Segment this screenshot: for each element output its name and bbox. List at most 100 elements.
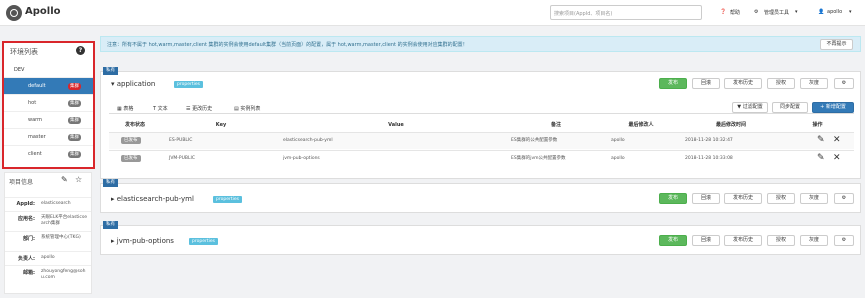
info-value: apollo xyxy=(41,255,55,260)
namespace-panel-elasticsearch-pub-yml: 私有 ▸ elasticsearch-pub-yml properties 发布… xyxy=(100,179,861,213)
status-badge: 已发布 xyxy=(121,155,141,162)
namespace-name[interactable]: ▾ application xyxy=(111,80,155,88)
more-settings-button[interactable]: ⚙ xyxy=(834,235,854,246)
publish-button[interactable]: 发布 xyxy=(659,193,687,204)
info-key: 部门: xyxy=(23,236,35,242)
cluster-badge: 集群 xyxy=(68,151,81,158)
format-badge: properties xyxy=(213,196,242,203)
project-info-panel: 项目信息 ✎ ☆ AppId: elasticsearch 应用名: 天眼ELK… xyxy=(4,172,92,294)
rollback-button[interactable]: 回滚 xyxy=(692,235,720,246)
admin-tools-menu[interactable]: 管理员工具 xyxy=(764,9,789,16)
cluster-name: client xyxy=(28,151,42,157)
cell-key: ES-PUBLIC xyxy=(169,138,193,143)
info-row-email: 邮箱: zhouyongfeng@sohu.com xyxy=(5,265,91,285)
help-circle-icon[interactable]: ? xyxy=(76,46,85,55)
chevron-down-icon: ▾ xyxy=(795,9,798,15)
notice-alert: 注意：所有不属于 hot,warm,master,client 集群的实例会使用… xyxy=(100,36,861,52)
info-key: 应用名: xyxy=(18,216,35,222)
info-key: 负责人: xyxy=(18,256,35,262)
col-modified-time[interactable]: 最后修改时间 xyxy=(681,120,781,131)
user-chevron-down-icon: ▾ xyxy=(849,9,852,15)
help-icon[interactable]: ❓ xyxy=(720,9,726,15)
gray-release-button[interactable]: 灰度 xyxy=(800,78,828,89)
cell-value: elasticsearch-pub-yml xyxy=(283,138,333,143)
add-config-button[interactable]: + 新增配置 xyxy=(812,102,854,113)
tab-text[interactable]: T 文本 xyxy=(153,105,168,112)
publish-history-button[interactable]: 发布历史 xyxy=(724,78,762,89)
grant-button[interactable]: 授权 xyxy=(767,193,795,204)
user-menu[interactable]: apollo xyxy=(827,9,842,15)
delete-icon[interactable]: ✕ xyxy=(833,154,841,163)
table-row: 已发布 ES-PUBLIC elasticsearch-pub-yml ES集群… xyxy=(109,132,854,149)
col-key[interactable]: Key xyxy=(161,120,281,131)
gear-icon[interactable]: ⚙ xyxy=(754,9,758,15)
dismiss-notice-button[interactable]: 不再提示 xyxy=(820,39,853,50)
logo-text[interactable]: Apollo xyxy=(25,6,61,17)
namespace-panel-jvm-pub-options: 私有 ▸ jvm-pub-options properties 发布 回滚 发布… xyxy=(100,221,861,255)
more-settings-button[interactable]: ⚙ xyxy=(834,78,854,89)
cluster-item-master[interactable]: master 集群 xyxy=(4,128,93,145)
cell-key: JVM-PUBLIC xyxy=(169,156,195,161)
format-badge: properties xyxy=(189,238,218,245)
cell-comment: ES集群的jvm公共配置参数 xyxy=(511,156,566,161)
apollo-logo-icon[interactable] xyxy=(6,5,22,21)
publish-button[interactable]: 发布 xyxy=(659,235,687,246)
format-badge: properties xyxy=(174,81,203,88)
col-actions: 操作 xyxy=(812,122,823,128)
tab-instance-list[interactable]: ▤ 实例列表 xyxy=(234,105,260,112)
delete-icon[interactable]: ✕ xyxy=(833,136,841,145)
col-modifier: 最后修改人 xyxy=(628,122,654,128)
sync-config-button[interactable]: 同步配置 xyxy=(772,102,808,113)
more-settings-button[interactable]: ⚙ xyxy=(834,193,854,204)
private-tag: 私有 xyxy=(103,67,118,75)
col-value: Value xyxy=(388,122,404,128)
user-icon[interactable]: 👤 xyxy=(818,9,824,15)
namespace-name[interactable]: ▸ elasticsearch-pub-yml xyxy=(111,195,194,203)
grant-button[interactable]: 授权 xyxy=(767,235,795,246)
status-badge: 已发布 xyxy=(121,137,141,144)
env-name[interactable]: DEV xyxy=(14,67,24,73)
top-navbar: Apollo 搜索项目(AppId、项目名) ❓ 帮助 ⚙ 管理员工具 ▾ 👤 … xyxy=(0,0,865,26)
info-row-appname: 应用名: 天眼ELK平台elasticsearch集群 xyxy=(5,211,91,231)
publish-history-button[interactable]: 发布历史 xyxy=(724,193,762,204)
publish-history-button[interactable]: 发布历史 xyxy=(724,235,762,246)
namespace-name[interactable]: ▸ jvm-pub-options xyxy=(111,237,174,245)
info-row-appid: AppId: elasticsearch xyxy=(5,197,91,211)
gray-release-button[interactable]: 灰度 xyxy=(800,193,828,204)
info-key: 邮箱: xyxy=(23,270,35,276)
star-icon[interactable]: ☆ xyxy=(75,176,83,184)
cell-time: 2018-11-28 10:33:08 xyxy=(685,156,733,161)
cluster-badge: 集群 xyxy=(68,117,81,124)
cluster-item-hot[interactable]: hot 集群 xyxy=(4,94,93,111)
cluster-item-warm[interactable]: warm 集群 xyxy=(4,111,93,128)
cluster-item-default[interactable]: default 集群 xyxy=(4,77,93,94)
grant-button[interactable]: 授权 xyxy=(767,78,795,89)
edit-icon[interactable]: ✎ xyxy=(817,154,825,163)
search-input[interactable]: 搜索项目(AppId、项目名) xyxy=(550,5,702,20)
info-row-owner: 负责人: apollo xyxy=(5,251,91,265)
info-row-dept: 部门: 系统管理中心(TKG) xyxy=(5,231,91,251)
tab-change-history[interactable]: ☰ 更改历史 xyxy=(186,105,212,112)
env-list-panel: 环境列表 ? DEV default 集群 hot 集群 warm 集群 mas… xyxy=(2,41,95,169)
cell-value: jvm-pub-options xyxy=(283,156,320,161)
edit-icon[interactable]: ✎ xyxy=(61,176,69,184)
edit-icon[interactable]: ✎ xyxy=(817,136,825,145)
project-info-title: 项目信息 xyxy=(9,179,34,186)
publish-button[interactable]: 发布 xyxy=(659,78,687,89)
info-key: AppId: xyxy=(16,201,35,207)
help-link[interactable]: 帮助 xyxy=(730,9,740,16)
cluster-badge: 集群 xyxy=(68,100,81,107)
gray-release-button[interactable]: 灰度 xyxy=(800,235,828,246)
notice-text: 注意：所有不属于 hot,warm,master,client 集群的实例会使用… xyxy=(107,42,468,48)
cluster-item-client[interactable]: client 集群 xyxy=(4,145,93,162)
private-tag: 私有 xyxy=(103,221,118,229)
tab-table[interactable]: ▦ 表格 xyxy=(117,105,133,112)
table-row: 已发布 JVM-PUBLIC jvm-pub-options ES集群的jvm公… xyxy=(109,150,854,167)
filter-config-button[interactable]: ▼ 过滤配置 xyxy=(732,102,768,113)
rollback-button[interactable]: 回滚 xyxy=(692,193,720,204)
cluster-name: master xyxy=(28,134,46,140)
cluster-name: default xyxy=(28,83,46,89)
env-list-title: 环境列表 xyxy=(10,48,38,56)
tab-divider xyxy=(109,113,854,114)
rollback-button[interactable]: 回滚 xyxy=(692,78,720,89)
